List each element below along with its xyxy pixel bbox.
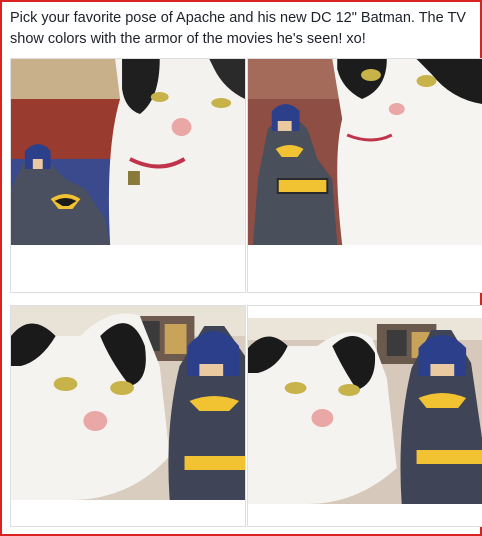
post-frame: Pick your favorite pose of Apache and hi… <box>0 0 482 536</box>
cat-with-batman-photo-1[interactable] <box>11 59 245 245</box>
cat-with-batman-photo-3[interactable] <box>11 306 245 500</box>
photo-card-2[interactable] <box>247 58 482 293</box>
cat-with-batman-photo-2[interactable] <box>248 59 482 245</box>
cat-with-batman-photo-4[interactable] <box>248 318 482 504</box>
photo-card-1[interactable] <box>10 58 246 293</box>
photo-card-4[interactable] <box>247 305 482 527</box>
post-caption: Pick your favorite pose of Apache and hi… <box>10 10 466 47</box>
photo-card-3[interactable] <box>10 305 246 527</box>
